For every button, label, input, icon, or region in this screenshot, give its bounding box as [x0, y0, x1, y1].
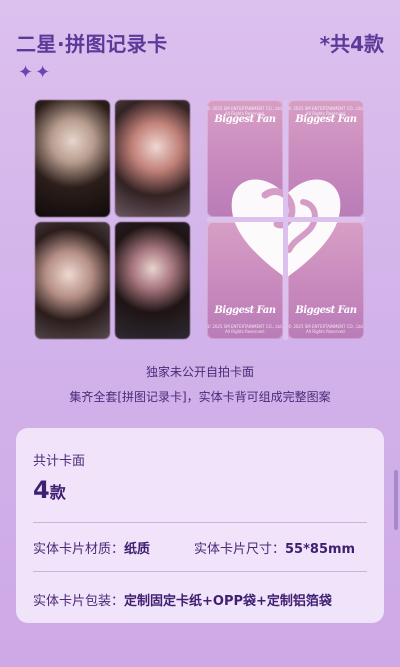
material-label: 实体卡片材质： [33, 542, 125, 557]
header: 二星·拼图记录卡 *共4款 [16, 28, 384, 60]
package-value: 定制固定卡纸+OPP袋+定制铝箔袋 [124, 594, 332, 609]
card-back-3[interactable]: Biggest Fan © 2025 SM ENTERTAINMENT CO.,… [207, 222, 283, 339]
card-back-brand: Biggest Fan [214, 305, 276, 316]
size-value: 55*85mm [285, 542, 356, 557]
photo-card-1[interactable] [35, 100, 110, 217]
material-row: 实体卡片材质：纸质 [33, 538, 150, 557]
caption-exclusive: 独家未公开自拍卡面 [145, 365, 254, 379]
scrollbar-thumb[interactable] [394, 470, 398, 530]
divider [33, 522, 367, 523]
sparkle-icon: ✦✦ [18, 62, 53, 83]
size-row: 实体卡片尺寸：55*85mm [194, 538, 355, 557]
divider [33, 571, 367, 572]
card-back-fine-print: © 2025 SM ENTERTAINMENT CO., Ltd. All Ri… [288, 324, 364, 334]
size-label: 实体卡片尺寸： [194, 542, 286, 557]
package-label: 实体卡片包装： [33, 594, 125, 609]
info-panel: 共计卡面 4款 实体卡片材质：纸质 实体卡片尺寸：55*85mm 实体卡片包装：… [16, 428, 384, 623]
card-back-1[interactable]: © 2025 SM ENTERTAINMENT CO., Ltd. All Ri… [207, 100, 283, 217]
photo-card-3[interactable] [35, 222, 110, 339]
total-faces-value: 4款 [33, 476, 66, 504]
total-faces-unit: 款 [49, 483, 66, 502]
package-row: 实体卡片包装：定制固定卡纸+OPP袋+定制铝箔袋 [33, 590, 332, 609]
card-back-brand: Biggest Fan [295, 114, 357, 125]
page-title: 二星·拼图记录卡 [16, 32, 168, 56]
card-back-brand: Biggest Fan [295, 305, 357, 316]
card-back-fine-print: © 2025 SM ENTERTAINMENT CO., Ltd. All Ri… [207, 324, 283, 334]
total-faces-label: 共计卡面 [33, 454, 86, 469]
caption-collect-set: 集齐全套[拼图记录卡]，实体卡背可组成完整图案 [69, 390, 331, 404]
total-faces-number: 4 [33, 476, 50, 504]
card-back-puzzle: © 2025 SM ENTERTAINMENT CO., Ltd. All Ri… [207, 100, 365, 340]
card-back-brand: Biggest Fan [214, 114, 276, 125]
photo-card-2[interactable] [115, 100, 190, 217]
material-value: 纸质 [124, 542, 151, 557]
photo-card-4[interactable] [115, 222, 190, 339]
variant-count: *共4款 [319, 32, 384, 56]
card-back-2[interactable]: © 2025 SM ENTERTAINMENT CO., Ltd. All Ri… [288, 100, 364, 217]
card-preview-grid: © 2025 SM ENTERTAINMENT CO., Ltd. All Ri… [35, 100, 365, 340]
card-back-4[interactable]: Biggest Fan © 2025 SM ENTERTAINMENT CO.,… [288, 222, 364, 339]
